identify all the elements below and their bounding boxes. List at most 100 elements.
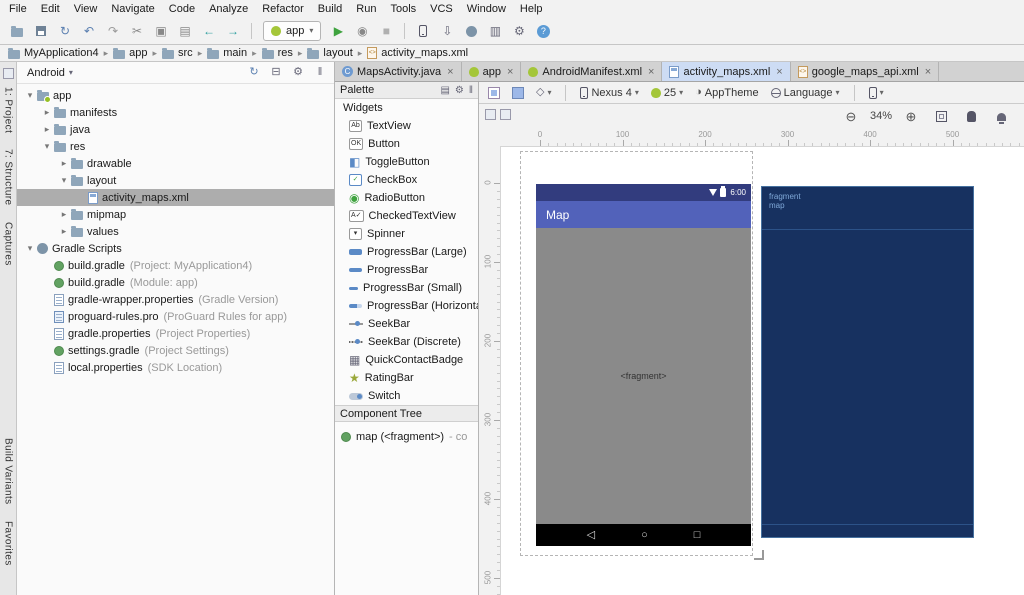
breadcrumb-item[interactable]: layout — [307, 47, 353, 59]
orientation-button[interactable]: ◇ ▾ — [533, 85, 554, 100]
collapse-all-button[interactable]: ⊟ — [268, 65, 284, 81]
hide-panel-button[interactable]: ‖ — [469, 84, 473, 96]
hide-panel-button[interactable]: ‖ — [312, 65, 328, 81]
palette-item[interactable]: OK Button — [335, 135, 478, 153]
menu-file[interactable]: File — [2, 1, 34, 17]
breadcrumb-item[interactable]: activity_maps.xml — [367, 47, 468, 59]
tool-window-button[interactable]: Favorites — [3, 521, 14, 566]
palette-item[interactable]: ✓ CheckBox — [335, 171, 478, 189]
redo-button[interactable]: ↷ — [102, 20, 124, 42]
palette-item[interactable]: ◉ RadioButton — [335, 189, 478, 207]
design-canvas[interactable]: 6:00 Map <fragment> ◁ ○ □ fragment map — [500, 146, 1024, 595]
menu-navigate[interactable]: Navigate — [104, 1, 161, 17]
grid-view-button[interactable]: ▤ — [440, 84, 449, 96]
zoom-fit-button[interactable] — [930, 105, 952, 127]
palette-item[interactable]: ◧ ToggleButton — [335, 153, 478, 171]
orientation-selector-button[interactable]: ▾ — [866, 85, 887, 101]
expand-arrow-icon[interactable]: ▾ — [23, 243, 37, 254]
tool-window-button[interactable]: 7: Structure — [3, 149, 14, 206]
cut-button[interactable]: ✂ — [126, 20, 148, 42]
tool-window-button[interactable]: Captures — [3, 222, 14, 266]
device-preview[interactable]: 6:00 Map <fragment> ◁ ○ □ — [536, 184, 751, 546]
palette-item[interactable]: ProgressBar (Small) — [335, 279, 478, 297]
palette-item[interactable]: ProgressBar (Large) — [335, 243, 478, 261]
editor-tab[interactable]: google_maps_api.xml × — [791, 62, 940, 81]
palette-item[interactable]: SeekBar — [335, 315, 478, 333]
palette-item[interactable]: ▾ Spinner — [335, 225, 478, 243]
tree-item[interactable]: ▸ mipmap — [17, 206, 334, 223]
close-icon[interactable]: × — [648, 66, 654, 78]
avd-manager-button[interactable] — [412, 20, 434, 42]
run-config-selector[interactable]: app ▾ — [263, 21, 322, 41]
language-selector-button[interactable]: Language ▾ — [768, 85, 843, 101]
tree-item[interactable]: ▸ java — [17, 121, 334, 138]
menu-refactor[interactable]: Refactor — [255, 1, 311, 17]
tree-item[interactable]: ▾ Gradle Scripts — [17, 240, 334, 257]
forward-arrow-button[interactable]: → — [222, 20, 244, 42]
expand-arrow-icon[interactable]: ▾ — [23, 90, 37, 101]
layout-inspector-button[interactable]: ▥ — [484, 20, 506, 42]
breadcrumb-item[interactable]: main — [207, 47, 247, 59]
profile-button[interactable]: ◉ — [351, 20, 373, 42]
theme-selector-button[interactable]: ◑ AppTheme — [692, 85, 761, 101]
tree-item[interactable]: gradle-wrapper.properties (Gradle Version… — [17, 291, 334, 308]
palette-item[interactable]: A✓ CheckedTextView — [335, 207, 478, 225]
device-selector-button[interactable]: Nexus 4 ▾ — [577, 85, 641, 101]
menu-view[interactable]: View — [67, 1, 105, 17]
stop-button[interactable]: ■ — [375, 20, 397, 42]
zoom-in-button[interactable]: ⊕ — [900, 105, 922, 127]
tree-item[interactable]: settings.gradle (Project Settings) — [17, 342, 334, 359]
tree-item[interactable]: gradle.properties (Project Properties) — [17, 325, 334, 342]
menu-build[interactable]: Build — [311, 1, 349, 17]
palette-item[interactable]: ProgressBar (Horizontal) — [335, 297, 478, 315]
menu-run[interactable]: Run — [349, 1, 383, 17]
save-button[interactable] — [30, 20, 52, 42]
menu-help[interactable]: Help — [513, 1, 550, 17]
copy-button[interactable]: ▣ — [150, 20, 172, 42]
palette-item[interactable]: ★ RatingBar — [335, 369, 478, 387]
api-selector-button[interactable]: 25 ▾ — [648, 85, 686, 101]
close-icon[interactable]: × — [925, 66, 931, 78]
sync-button[interactable]: ↻ — [54, 20, 76, 42]
editor-tab[interactable]: MapsActivity.java × — [335, 62, 462, 81]
tree-item[interactable]: ▾ app — [17, 87, 334, 104]
tree-item[interactable]: ▸ manifests — [17, 104, 334, 121]
pan-tool-button[interactable] — [960, 105, 982, 127]
expand-arrow-icon[interactable]: ▾ — [40, 141, 54, 152]
blueprint-preview[interactable]: fragment map — [761, 186, 974, 538]
close-icon[interactable]: × — [776, 66, 782, 78]
notifications-button[interactable] — [990, 105, 1012, 127]
tree-item[interactable]: local.properties (SDK Location) — [17, 359, 334, 376]
paste-button[interactable]: ▤ — [174, 20, 196, 42]
expand-arrow-icon[interactable]: ▸ — [40, 124, 54, 135]
close-icon[interactable]: × — [507, 66, 513, 78]
palette-item[interactable]: ▦ QuickContactBadge — [335, 351, 478, 369]
breadcrumb-item[interactable]: app — [113, 47, 147, 59]
breadcrumb-item[interactable]: res — [261, 47, 293, 59]
tree-item[interactable]: ▸ values — [17, 223, 334, 240]
sdk-manager-button[interactable]: ⇩ — [436, 20, 458, 42]
fragment-placeholder[interactable]: <fragment> — [536, 228, 751, 524]
tree-item[interactable]: build.gradle (Module: app) — [17, 274, 334, 291]
palette-item[interactable]: SeekBar (Discrete) — [335, 333, 478, 351]
menu-window[interactable]: Window — [460, 1, 513, 17]
tree-item[interactable]: ▾ layout — [17, 172, 334, 189]
tree-item[interactable]: proguard-rules.pro (ProGuard Rules for ap… — [17, 308, 334, 325]
tool-window-button[interactable]: 1: Project — [3, 87, 14, 133]
palette-item[interactable]: ProgressBar — [335, 261, 478, 279]
surface-toggle-button[interactable] — [500, 109, 511, 123]
open-folder-button[interactable] — [6, 20, 28, 42]
palette-item[interactable]: Ab TextView — [335, 117, 478, 135]
blueprint-mode-button[interactable] — [509, 85, 527, 101]
menu-analyze[interactable]: Analyze — [202, 1, 255, 17]
breadcrumb-item[interactable]: src — [162, 47, 193, 59]
expand-arrow-icon[interactable]: ▾ — [57, 175, 71, 186]
run-button[interactable]: ▶ — [327, 20, 349, 42]
settings-button[interactable]: ⚙ — [455, 84, 464, 96]
design-mode-button[interactable] — [485, 85, 503, 101]
tree-item[interactable]: activity_maps.xml — [17, 189, 334, 206]
expand-arrow-icon[interactable]: ▸ — [57, 158, 71, 169]
expand-arrow-icon[interactable]: ▸ — [57, 226, 71, 237]
expand-arrow-icon[interactable]: ▸ — [40, 107, 54, 118]
menu-vcs[interactable]: VCS — [423, 1, 460, 17]
